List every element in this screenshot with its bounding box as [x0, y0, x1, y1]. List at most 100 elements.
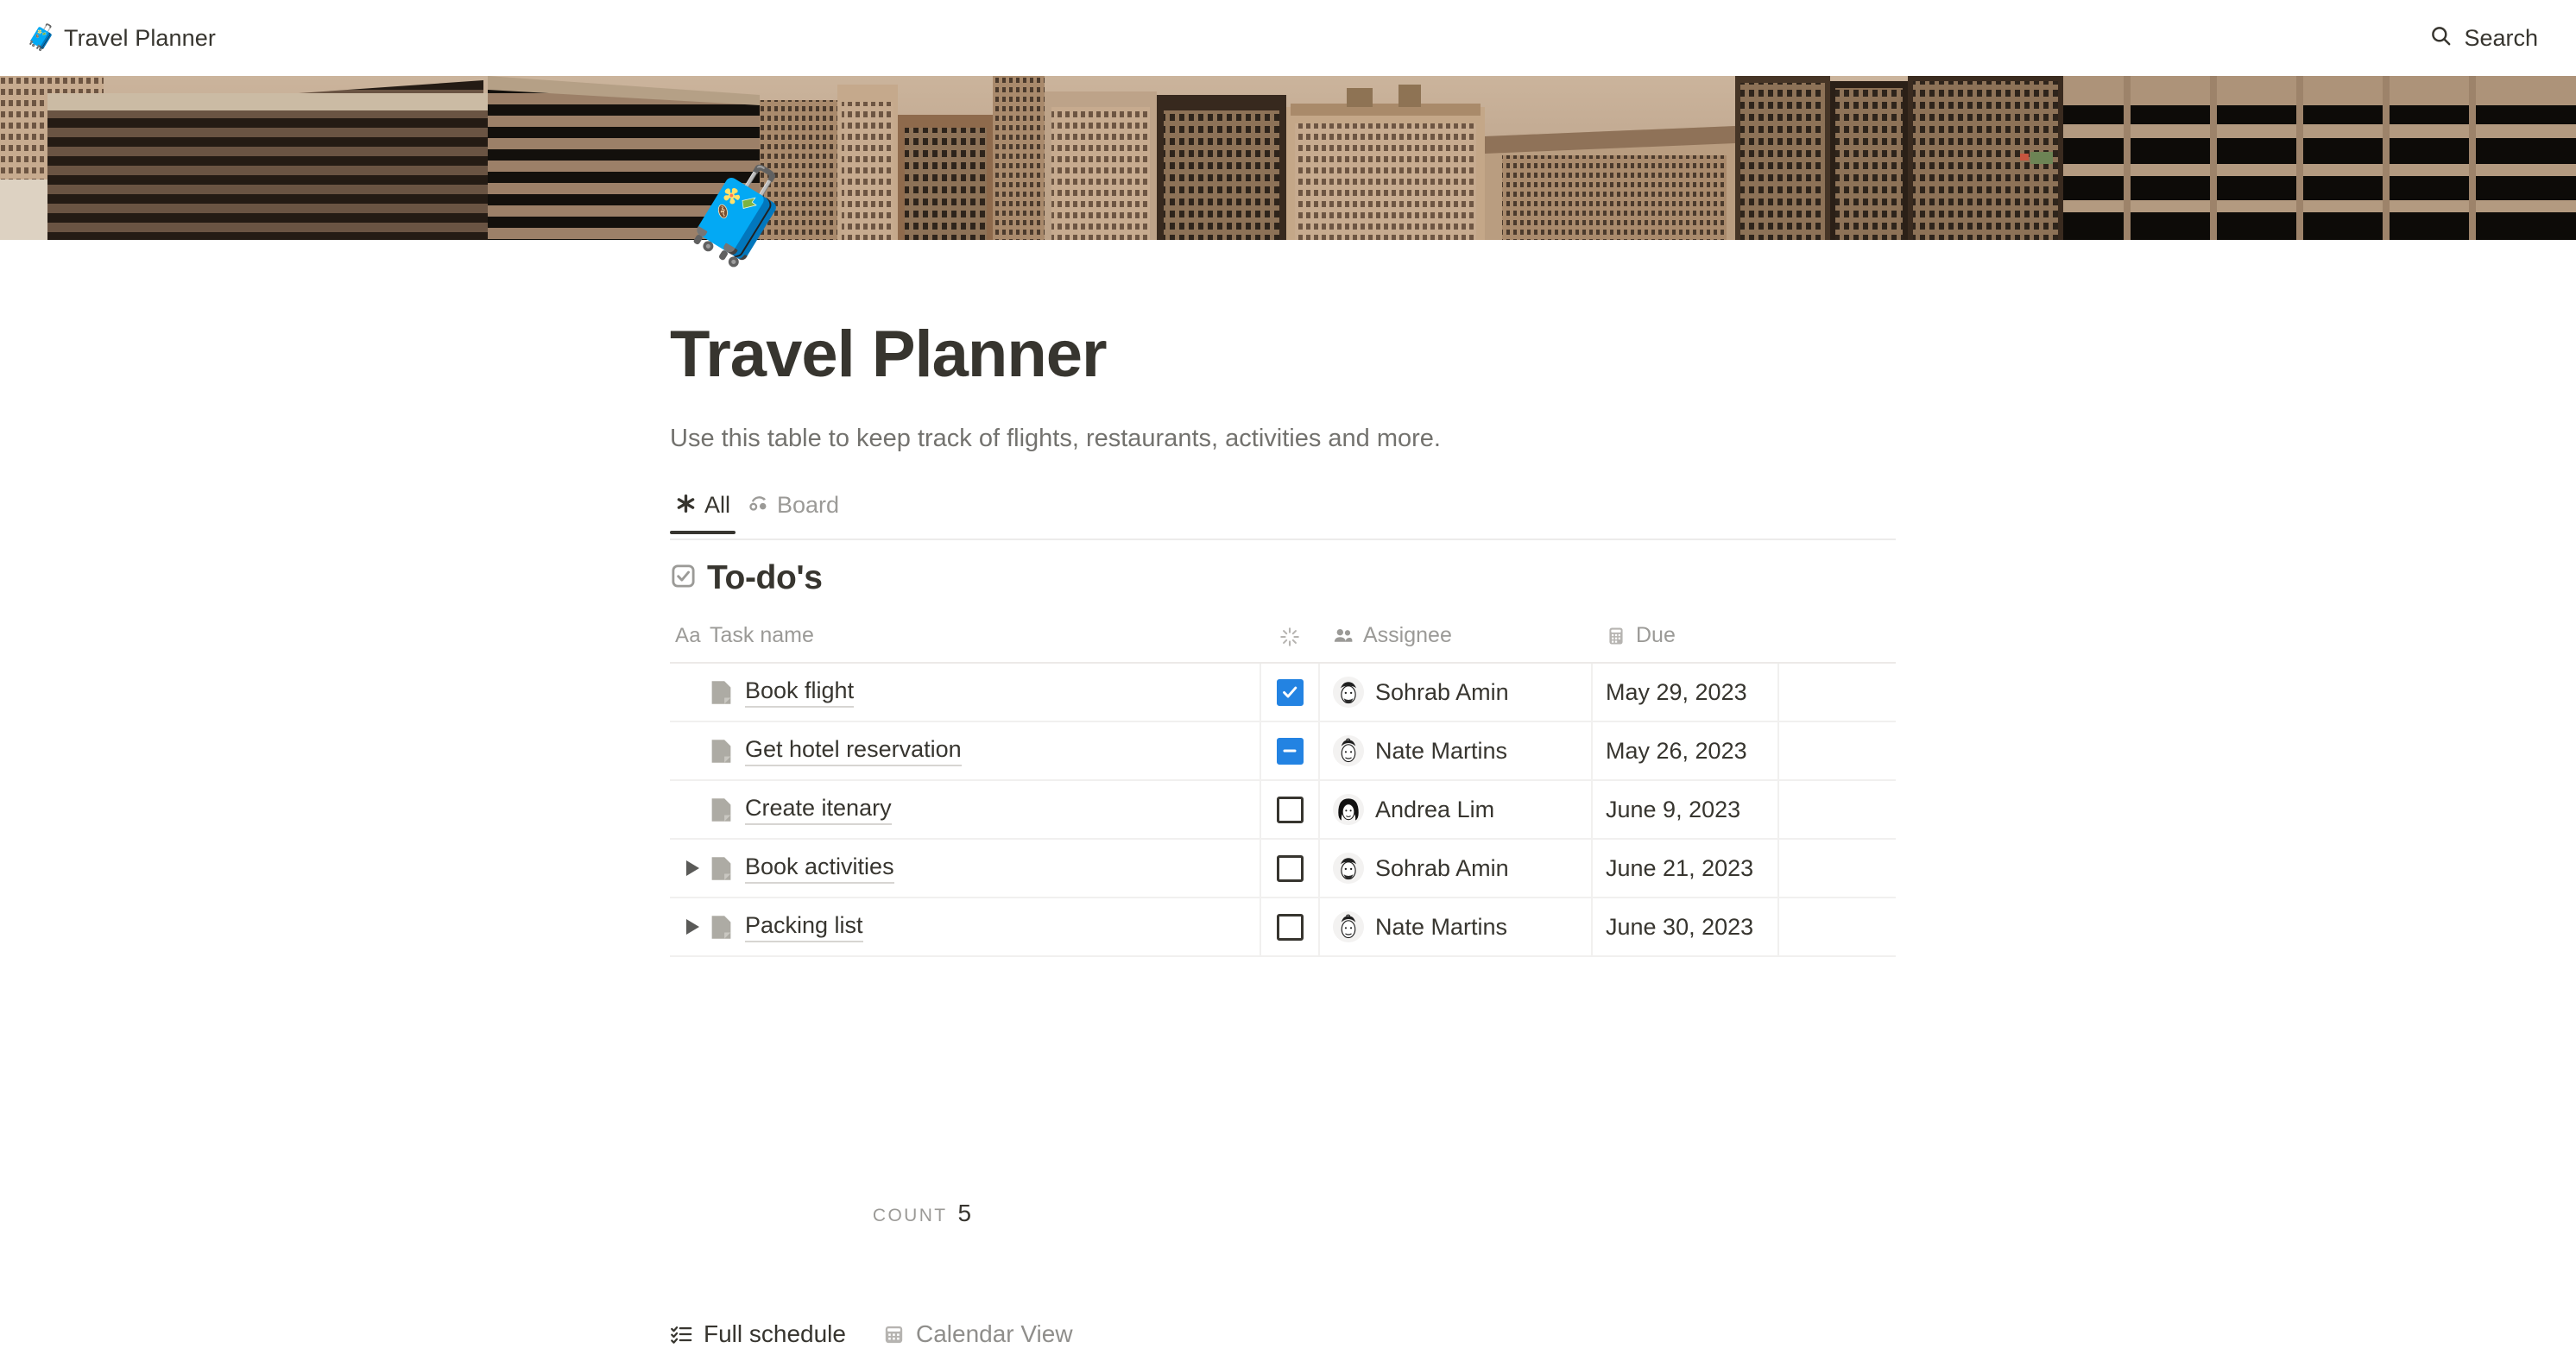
todos-table: Aa Task name Assignee Due Book flight So… [670, 618, 1896, 957]
task-name-link[interactable]: Book flight [745, 677, 855, 708]
due-date: May 29, 2023 [1606, 678, 1747, 705]
cell-due: June 9, 2023 [1591, 780, 1778, 840]
person-type-icon [1332, 625, 1354, 647]
text-type-icon: Aa [675, 623, 701, 647]
cell-blank [1777, 780, 1896, 840]
row-checkbox[interactable] [1276, 913, 1304, 941]
count-value: 5 [957, 1200, 972, 1226]
row-expand-toggle[interactable] [675, 919, 710, 935]
cell-task-name: Book flight [670, 663, 1260, 722]
column-header-due[interactable]: Due [1592, 618, 1778, 664]
breadcrumb-title: Travel Planner [64, 24, 216, 51]
asterisk-glyph [677, 494, 695, 513]
cell-assignee: Andrea Lim [1318, 780, 1592, 840]
search-button[interactable]: Search [2421, 19, 2547, 57]
avatar-glyph [1333, 853, 1364, 884]
column-header-blank[interactable] [1778, 618, 1896, 664]
column-header-assignee[interactable]: Assignee [1319, 618, 1592, 664]
row-checkbox[interactable] [1276, 854, 1304, 882]
task-name-link[interactable]: Packing list [745, 911, 863, 942]
chevron-right-icon [685, 919, 699, 935]
suitcase-icon: 🧳 [26, 23, 58, 52]
due-date: June 21, 2023 [1606, 854, 1754, 881]
page-document-icon [710, 856, 733, 881]
column-header-task-name-label: Task name [709, 623, 814, 647]
task-name-link[interactable]: Get hotel reservation [745, 735, 962, 766]
task-name-link[interactable]: Book activities [745, 853, 894, 884]
avatar-glyph [1333, 677, 1364, 708]
todo-section-title: To-do's [707, 559, 823, 596]
table-header-row: Aa Task name Assignee Due [670, 618, 1896, 664]
column-header-done[interactable] [1260, 618, 1319, 664]
page-document-icon [710, 739, 733, 764]
cell-checkbox [1260, 898, 1319, 957]
column-header-assignee-label: Assignee [1363, 623, 1452, 647]
search-label: Search [2464, 24, 2538, 51]
avatar-glyph [1333, 911, 1364, 942]
link-full-schedule[interactable]: Full schedule [670, 1320, 846, 1348]
search-icon [2429, 24, 2453, 52]
link-calendar-view[interactable]: Calendar View [882, 1320, 1073, 1348]
cell-task-name: Create itenary [670, 780, 1260, 840]
page-suitcase-icon[interactable]: 🧳 [680, 169, 796, 262]
assignee-name: Nate Martins [1375, 737, 1508, 764]
checkbox-type-icon [1279, 626, 1301, 648]
calendar-icon [882, 1323, 906, 1346]
tab-board[interactable]: Board [742, 490, 851, 532]
cell-checkbox [1260, 839, 1319, 898]
view-tabs: All Board [670, 490, 1896, 540]
page-document-icon [710, 680, 733, 705]
page-document-icon [710, 915, 733, 940]
row-expand-toggle[interactable] [675, 860, 710, 876]
spark-glyph [1280, 627, 1299, 646]
cell-assignee: Sohrab Amin [1318, 663, 1592, 722]
checkbox-icon [670, 563, 697, 594]
avatar-nate-martins [1333, 911, 1364, 942]
due-date: June 30, 2023 [1606, 913, 1754, 940]
avatar-sohrab-amin [1333, 853, 1364, 884]
due-date: May 26, 2023 [1606, 737, 1747, 764]
count-label: COUNT [872, 1206, 948, 1225]
cell-blank [1777, 839, 1896, 898]
cell-task-name: Get hotel reservation [670, 721, 1260, 781]
breadcrumb[interactable]: 🧳 Travel Planner [19, 20, 223, 57]
assignee-name: Sohrab Amin [1375, 678, 1509, 705]
doc-glyph [711, 915, 731, 939]
cell-assignee: Sohrab Amin [1318, 839, 1592, 898]
tab-all-label: All [704, 492, 731, 518]
cell-blank [1777, 898, 1896, 957]
row-checkbox[interactable] [1276, 678, 1304, 706]
cell-blank [1777, 663, 1896, 722]
cell-due: June 30, 2023 [1591, 898, 1778, 957]
tab-all[interactable]: All [670, 490, 742, 534]
cover-image[interactable] [0, 76, 2576, 240]
page-description: Use this table to keep track of flights,… [670, 425, 1441, 452]
table-header: Aa Task name Assignee Due [670, 618, 1896, 664]
link-calendar-view-label: Calendar View [915, 1320, 1073, 1347]
avatar-nate-martins [1333, 735, 1364, 766]
assignee-name: Nate Martins [1375, 913, 1508, 940]
checklist-glyph [671, 1326, 692, 1344]
row-checkbox[interactable] [1276, 796, 1304, 823]
doc-glyph [711, 797, 731, 822]
asterisk-icon [675, 493, 697, 519]
calendar-glyph [885, 1326, 903, 1343]
cell-task-name: Packing list [670, 898, 1260, 957]
row-checkbox[interactable] [1276, 737, 1304, 765]
avatar-glyph [1333, 794, 1364, 825]
column-header-task-name[interactable]: Aa Task name [670, 618, 1260, 664]
table-row: Create itenary Andrea Lim June 9, 2023 [670, 780, 1896, 840]
task-name-link[interactable]: Create itenary [745, 794, 892, 825]
table-count-footer[interactable]: COUNT 5 [670, 1200, 1174, 1227]
minus-glyph [1283, 749, 1297, 753]
assignee-name: Sohrab Amin [1375, 854, 1509, 881]
cell-assignee: Nate Martins [1318, 898, 1592, 957]
cell-assignee: Nate Martins [1318, 721, 1592, 781]
doc-glyph [711, 680, 731, 704]
bottom-links: Full schedule Calendar View [670, 1320, 1073, 1348]
assignee-name: Andrea Lim [1375, 796, 1495, 822]
doc-glyph [711, 739, 731, 763]
people-glyph [1334, 628, 1353, 642]
table-row: Get hotel reservation Nate Martins May 2… [670, 721, 1896, 781]
cell-blank [1777, 721, 1896, 781]
